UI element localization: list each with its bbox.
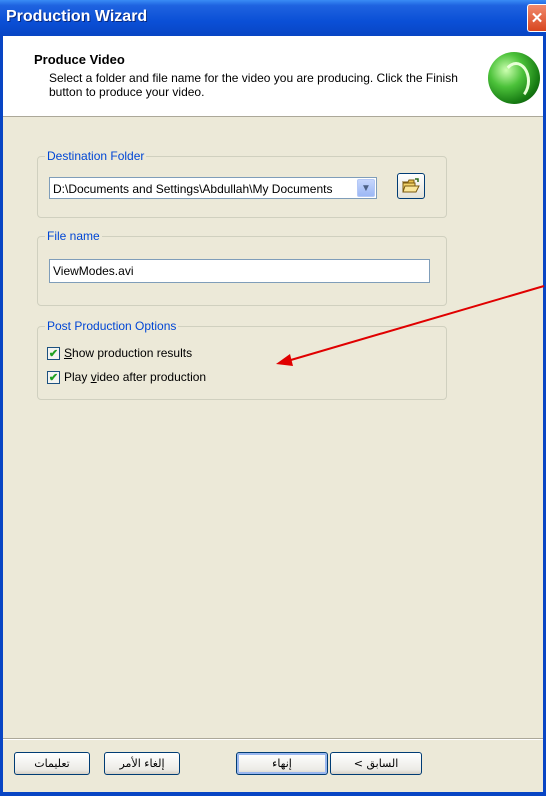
destination-folder-combo[interactable]: D:\Documents and Settings\Abdullah\My Do…	[49, 177, 377, 199]
title-bar[interactable]: Production Wizard ✕	[0, 0, 546, 36]
finish-button[interactable]: إنهاء	[236, 752, 328, 775]
destination-folder-group: Destination Folder D:\Documents and Sett…	[37, 149, 447, 218]
file-name-input[interactable]: ViewModes.avi	[49, 259, 430, 283]
window-title: Production Wizard	[6, 8, 148, 25]
annotation-arrow	[276, 285, 545, 366]
window-frame-bottom	[0, 792, 546, 796]
chevron-down-icon[interactable]: ▼	[357, 179, 375, 197]
cancel-button[interactable]: إلغاء الأمر	[104, 752, 180, 775]
post-production-legend: Post Production Options	[45, 319, 179, 333]
show-results-label: Show production results	[64, 346, 193, 360]
play-video-label: Play video after production	[64, 370, 207, 384]
close-button[interactable]: ✕	[527, 4, 546, 32]
window-frame-left	[0, 36, 3, 796]
back-button[interactable]: < السابق	[330, 752, 422, 775]
header-title: Produce Video	[34, 52, 125, 67]
destination-folder-value: D:\Documents and Settings\Abdullah\My Do…	[53, 182, 333, 196]
help-button[interactable]: تعليمات	[14, 752, 90, 775]
open-folder-icon	[402, 178, 420, 193]
header-description: Select a folder and file name for the vi…	[49, 71, 458, 99]
play-video-option[interactable]: ✔ Play video after production	[47, 370, 206, 384]
bottom-separator	[3, 738, 543, 740]
wizard-header: Produce Video Select a folder and file n…	[3, 36, 543, 117]
destination-folder-legend: Destination Folder	[45, 149, 147, 163]
show-results-checkbox[interactable]: ✔	[47, 346, 60, 360]
file-name-legend: File name	[45, 229, 102, 243]
wizard-logo-icon	[488, 52, 540, 104]
show-results-option[interactable]: ✔ Show production results	[47, 346, 192, 360]
browse-folder-button[interactable]	[397, 173, 425, 199]
close-icon: ✕	[530, 10, 544, 27]
play-video-checkbox[interactable]: ✔	[47, 370, 60, 384]
